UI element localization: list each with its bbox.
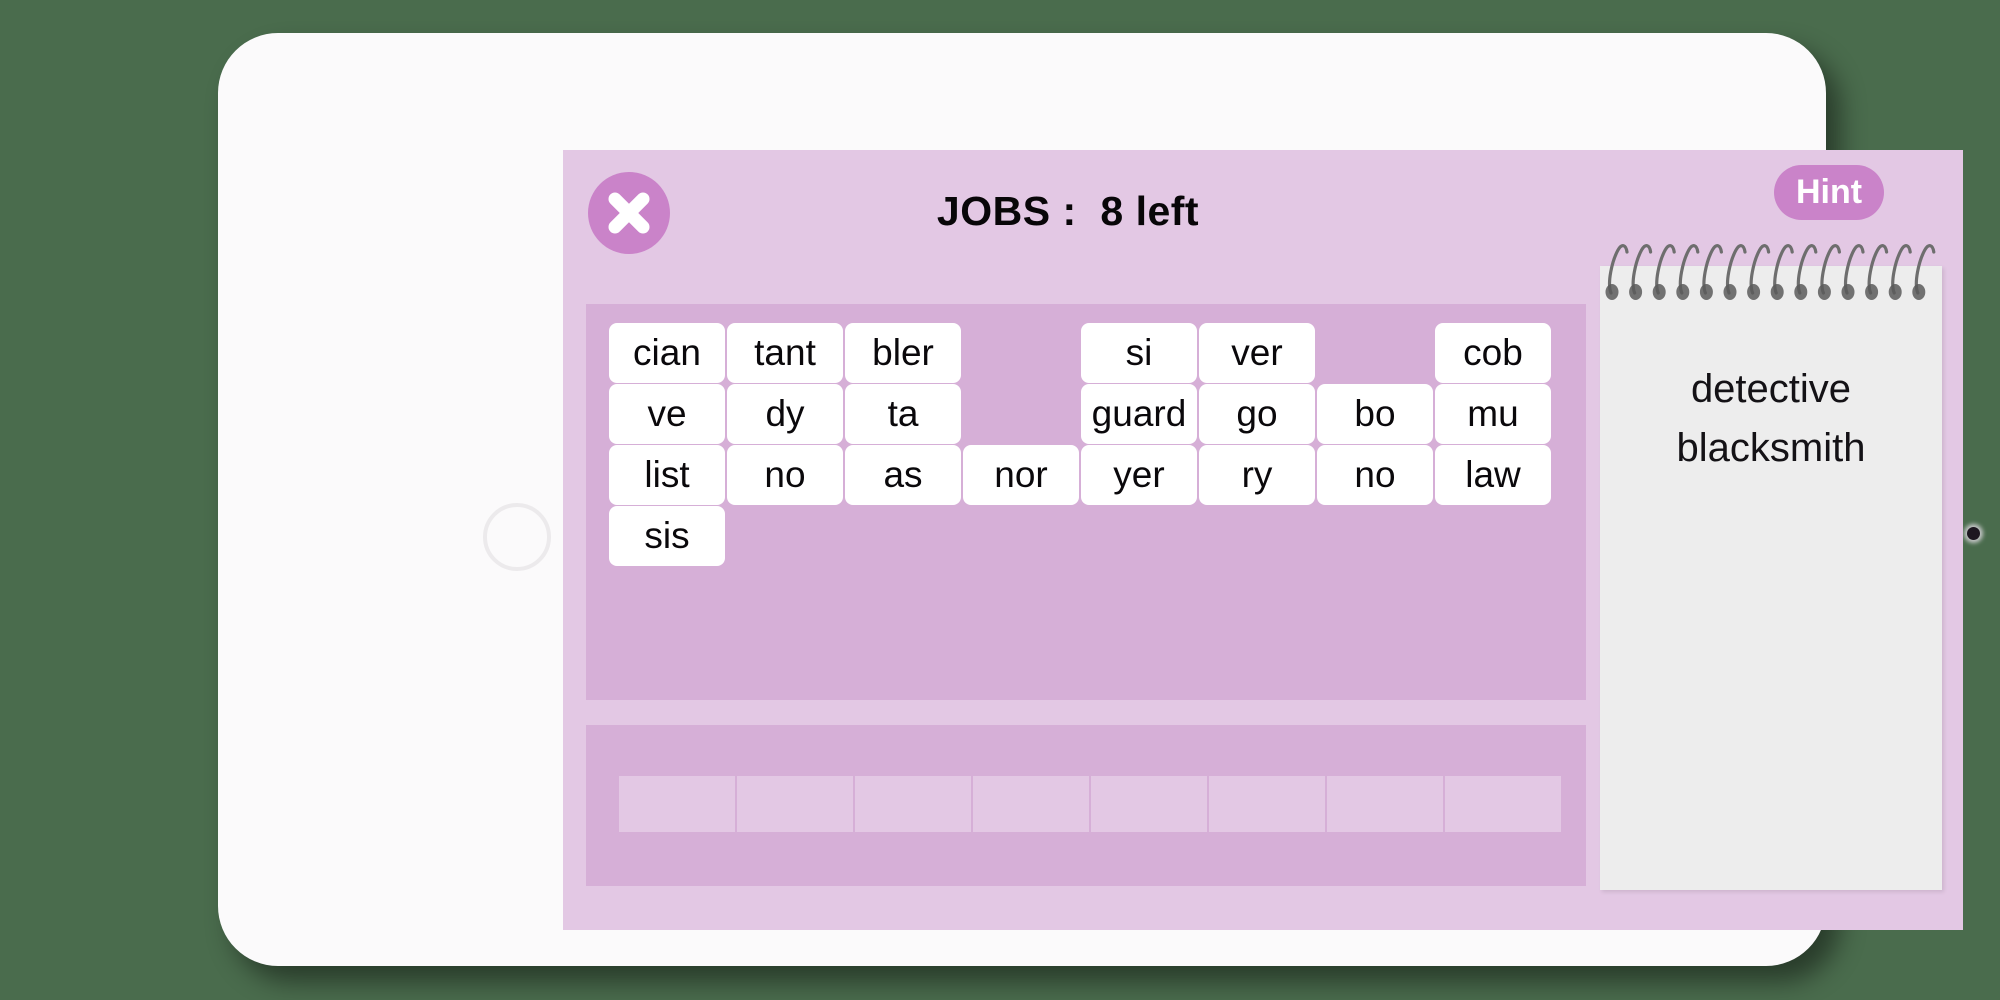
word-tile[interactable]: nor xyxy=(963,445,1079,505)
word-tile[interactable]: law xyxy=(1435,445,1551,505)
game-screen: JOBS : 8 left Hint cian tant bler si ver cob v… xyxy=(563,150,1963,930)
page-title: JOBS : 8 left xyxy=(936,188,1200,234)
notepad: detective blacksmith xyxy=(1600,237,1942,890)
notepad-paper: detective blacksmith xyxy=(1600,266,1942,890)
tile-grid: cian tant bler si ver cob ve dy ta guard go bo mu lis… xyxy=(609,323,1551,566)
word-tile[interactable]: dy xyxy=(727,384,843,444)
answer-panel xyxy=(586,725,1586,886)
word-tile[interactable]: sis xyxy=(609,506,725,566)
answer-slot[interactable] xyxy=(619,776,735,832)
answer-slot[interactable] xyxy=(1091,776,1207,832)
word-tile[interactable]: bler xyxy=(845,323,961,383)
word-tile[interactable]: yer xyxy=(1081,445,1197,505)
answer-slot-row xyxy=(619,776,1561,832)
notepad-word: detective xyxy=(1690,367,1852,411)
word-tile[interactable]: no xyxy=(727,445,843,505)
word-tile[interactable]: ry xyxy=(1199,445,1315,505)
word-tile[interactable]: as xyxy=(845,445,961,505)
notepad-word: blacksmith xyxy=(1676,426,1866,470)
tablet-device: JOBS : 8 left Hint cian tant bler si ver cob v… xyxy=(218,33,1980,966)
answer-slot[interactable] xyxy=(1445,776,1561,832)
tile-empty xyxy=(1317,323,1433,383)
tile-empty xyxy=(1317,506,1433,566)
tile-empty xyxy=(727,506,843,566)
answer-slot[interactable] xyxy=(855,776,971,832)
tile-empty xyxy=(963,506,1079,566)
answer-slot[interactable] xyxy=(737,776,853,832)
home-button[interactable] xyxy=(483,503,551,571)
word-tile[interactable]: si xyxy=(1081,323,1197,383)
tile-empty xyxy=(1199,506,1315,566)
word-tile[interactable]: no xyxy=(1317,445,1433,505)
word-tile[interactable]: cob xyxy=(1435,323,1551,383)
word-tile[interactable]: guard xyxy=(1081,384,1197,444)
word-tile[interactable]: cian xyxy=(609,323,725,383)
spiral-binding-icon xyxy=(1605,244,1936,300)
word-tile[interactable]: tant xyxy=(727,323,843,383)
answer-slot[interactable] xyxy=(1209,776,1325,832)
tiles-panel: cian tant bler si ver cob ve dy ta guard go bo mu lis… xyxy=(586,304,1586,700)
word-tile[interactable]: ve xyxy=(609,384,725,444)
answer-slot[interactable] xyxy=(1327,776,1443,832)
tile-empty xyxy=(1435,506,1551,566)
word-tile[interactable]: ta xyxy=(845,384,961,444)
notepad-word-list: detective blacksmith xyxy=(1600,360,1942,478)
front-camera-icon xyxy=(1967,527,1980,540)
word-tile[interactable]: ver xyxy=(1199,323,1315,383)
tile-empty xyxy=(963,323,1079,383)
answer-slot[interactable] xyxy=(973,776,1089,832)
tile-empty xyxy=(963,384,1079,444)
word-tile[interactable]: list xyxy=(609,445,725,505)
word-tile[interactable]: go xyxy=(1199,384,1315,444)
hint-button[interactable]: Hint xyxy=(1774,165,1884,220)
word-tile[interactable]: mu xyxy=(1435,384,1551,444)
tile-empty xyxy=(845,506,961,566)
tile-empty xyxy=(1081,506,1197,566)
word-tile[interactable]: bo xyxy=(1317,384,1433,444)
